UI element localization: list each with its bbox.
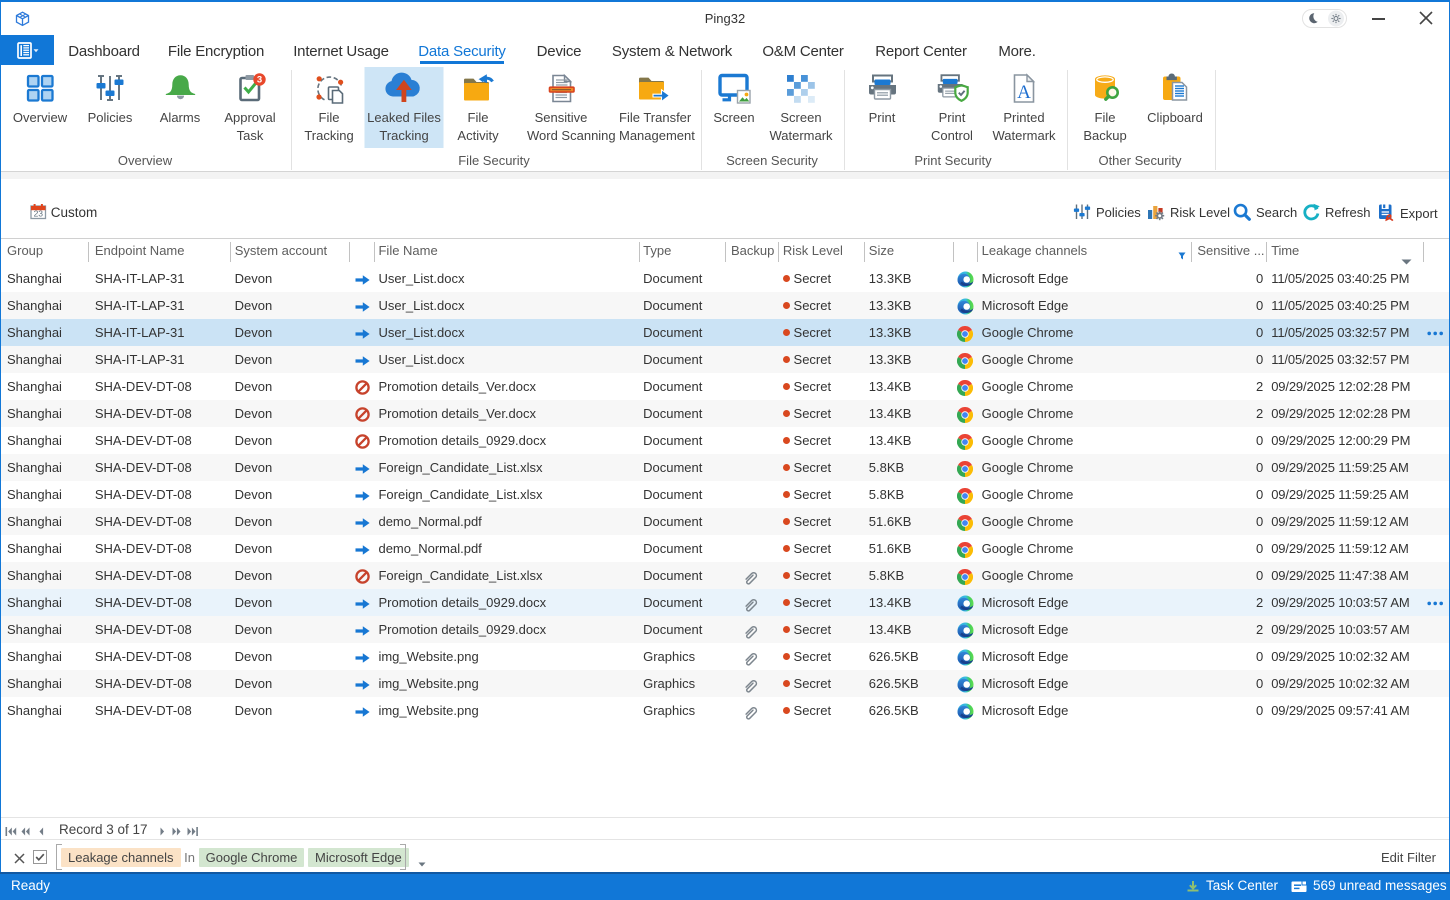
svg-text:23: 23 xyxy=(34,209,44,219)
svg-text:A: A xyxy=(1017,82,1031,103)
svg-text:3: 3 xyxy=(256,74,261,85)
